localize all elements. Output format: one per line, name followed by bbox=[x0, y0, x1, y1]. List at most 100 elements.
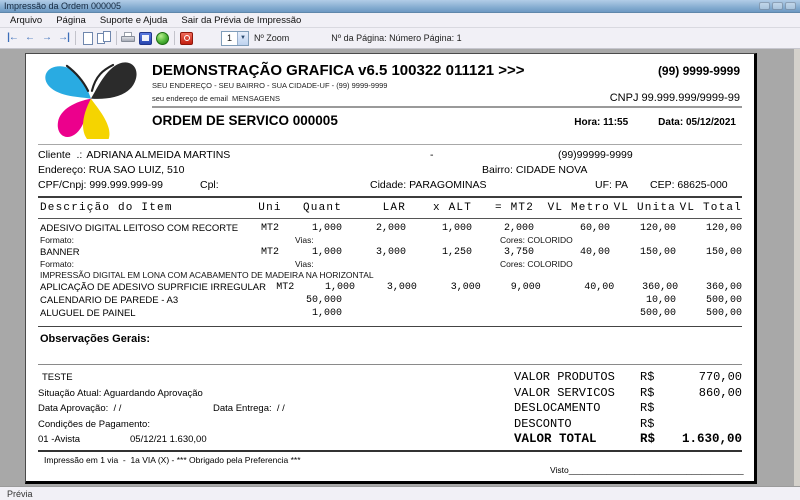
chevron-down-icon[interactable]: ▼ bbox=[237, 31, 248, 45]
menu-arquivo[interactable]: Arquivo bbox=[3, 14, 49, 27]
item-quant: 50,000 bbox=[305, 295, 342, 306]
item-uni bbox=[250, 307, 290, 320]
exit-icon bbox=[180, 31, 193, 45]
item-mt2 bbox=[472, 294, 534, 307]
item-vias: Vias: bbox=[295, 259, 314, 269]
total-label: DESCONTO bbox=[514, 416, 572, 431]
menu-sair-da-previa[interactable]: Sair da Prévia de Impressão bbox=[174, 14, 308, 27]
minimize-button[interactable] bbox=[759, 2, 770, 10]
currency-symbol: R$ bbox=[640, 401, 655, 415]
first-page-icon: |← bbox=[7, 32, 19, 43]
table-subrow: Formato: Vias: Cores: COLORIDO bbox=[38, 235, 742, 246]
print-setup-icon bbox=[139, 31, 152, 45]
toolbar-separator bbox=[75, 31, 76, 45]
col-uni: Uni bbox=[258, 202, 282, 214]
item-formato: Formato: bbox=[40, 259, 75, 269]
document-page: DEMONSTRAÇÃO GRAFICA v6.5 100322 011121 … bbox=[25, 53, 757, 484]
item-mt2: 2,000 bbox=[503, 223, 534, 234]
item-vl-unita: 120,00 bbox=[639, 223, 676, 234]
signature-line: Visto___________________________________… bbox=[550, 464, 744, 475]
item-lar bbox=[342, 294, 406, 307]
item-desc: ALUGUEL DE PAINEL bbox=[40, 308, 136, 319]
close-button[interactable] bbox=[785, 2, 796, 10]
col-quant: Quant bbox=[302, 202, 342, 214]
client-city: Cidade: PARAGOMINAS bbox=[370, 179, 487, 191]
document-header: DEMONSTRAÇÃO GRAFICA v6.5 100322 011121 … bbox=[38, 62, 742, 139]
print-note-row: Impressão em 1 via - 1a VIA (X) - *** Ob… bbox=[38, 455, 744, 475]
print-setup-button[interactable] bbox=[137, 30, 154, 47]
footer-status: Situação Atual: Aguardando Aprovação bbox=[38, 387, 203, 399]
item-vl-total: 150,00 bbox=[705, 247, 742, 258]
item-vl-total: 120,00 bbox=[705, 223, 742, 234]
client-cpf: CPF/Cnpj: 999.999.999-99 bbox=[38, 179, 163, 191]
item-vl-metro: 60,00 bbox=[579, 223, 610, 234]
item-vl-unita: 150,00 bbox=[639, 247, 676, 258]
preview-workspace: DEMONSTRAÇÃO GRAFICA v6.5 100322 011121 … bbox=[0, 49, 800, 486]
toolbar-separator bbox=[174, 31, 175, 45]
print-button[interactable] bbox=[120, 30, 137, 47]
next-page-icon: → bbox=[42, 32, 52, 43]
footer-payment-value: 05/12/21 1.630,00 bbox=[130, 434, 207, 445]
item-vl-metro bbox=[534, 294, 610, 307]
col-alt: x ALT bbox=[432, 202, 472, 214]
statusbar: Prévia bbox=[0, 486, 800, 500]
status-text: Prévia bbox=[7, 488, 33, 499]
total-value: 770,00 bbox=[698, 370, 742, 384]
total-row: DESCONTO R$ bbox=[514, 417, 742, 433]
footer-payment-item: 01 -Avista bbox=[38, 434, 81, 445]
total-row: DESLOCAMENTO R$ bbox=[514, 401, 742, 417]
item-alt: 1,000 bbox=[441, 223, 472, 234]
order-title: ORDEM DE SERVICO 000005 bbox=[152, 113, 338, 128]
item-mt2 bbox=[472, 307, 534, 320]
menubar: Arquivo Página Suporte e Ajuda Sair da P… bbox=[0, 13, 800, 28]
item-uni: MT2 bbox=[260, 247, 279, 258]
footer-payment-label: Condições de Pagamento: bbox=[38, 418, 150, 430]
item-alt: 3,000 bbox=[450, 282, 481, 293]
export-button[interactable] bbox=[154, 30, 171, 47]
currency-symbol: R$ bbox=[640, 370, 655, 384]
company-logo-butterfly bbox=[45, 62, 137, 139]
item-note: IMPRESSÃO DIGITAL EM LONA COM ACABAMENTO… bbox=[40, 270, 374, 280]
menu-suporte-e-ajuda[interactable]: Suporte e Ajuda bbox=[93, 14, 175, 27]
previous-page-button[interactable]: ← bbox=[21, 30, 38, 47]
client-district: Bairro: CIDADE NOVA bbox=[482, 164, 588, 176]
col-mt2: = MT2 bbox=[494, 202, 534, 214]
item-alt bbox=[406, 294, 472, 307]
exit-preview-button[interactable] bbox=[178, 30, 195, 47]
single-page-view-button[interactable] bbox=[79, 30, 96, 47]
next-page-button[interactable]: → bbox=[38, 30, 55, 47]
item-lar bbox=[342, 307, 406, 320]
vertical-scrollbar[interactable] bbox=[794, 49, 800, 486]
divider bbox=[38, 364, 742, 365]
zoom-combobox[interactable]: 1 ▼ bbox=[221, 30, 249, 46]
titlebar: Impressão da Ordem 000005 bbox=[0, 0, 800, 13]
menu-pagina[interactable]: Página bbox=[49, 14, 93, 27]
footer-delivery-date: Data Entrega: / / bbox=[213, 403, 285, 414]
first-page-button[interactable]: |← bbox=[4, 30, 21, 47]
currency-symbol: R$ bbox=[640, 385, 655, 400]
item-vl-metro: 40,00 bbox=[579, 247, 610, 258]
page-number-label: Nº da Página: Número Página: 1 bbox=[331, 33, 462, 43]
toolbar: |← ← → →| 1 ▼ Nº Zoom Nº da Página: Núme… bbox=[0, 28, 800, 49]
total-label: VALOR SERVICOS bbox=[514, 385, 615, 400]
client-zip: CEP: 68625-000 bbox=[650, 179, 728, 191]
item-vl-metro bbox=[534, 307, 610, 320]
two-page-view-button[interactable] bbox=[96, 30, 113, 47]
total-value bbox=[676, 417, 742, 433]
item-desc: BANNER bbox=[40, 247, 80, 258]
total-label: VALOR PRODUTOS bbox=[514, 370, 615, 384]
maximize-button[interactable] bbox=[772, 2, 783, 10]
company-name: DEMONSTRAÇÃO GRAFICA v6.5 100322 011121 … bbox=[152, 62, 525, 79]
item-lar: 2,000 bbox=[375, 223, 406, 234]
item-alt bbox=[406, 307, 472, 320]
company-header-text: DEMONSTRAÇÃO GRAFICA v6.5 100322 011121 … bbox=[152, 62, 742, 128]
total-value: 860,00 bbox=[698, 385, 742, 400]
item-vl-unita: 360,00 bbox=[642, 282, 679, 293]
currency-symbol: R$ bbox=[640, 432, 656, 446]
table-row: ADESIVO DIGITAL LEITOSO COM RECORTE MT2 … bbox=[38, 222, 742, 235]
divider bbox=[38, 326, 742, 327]
previous-page-icon: ← bbox=[25, 32, 35, 43]
last-page-button[interactable]: →| bbox=[55, 30, 72, 47]
totals-block: VALOR PRODUTOS R$ 770,00 VALOR SERVICOS … bbox=[514, 370, 742, 448]
header-rule bbox=[152, 106, 742, 108]
